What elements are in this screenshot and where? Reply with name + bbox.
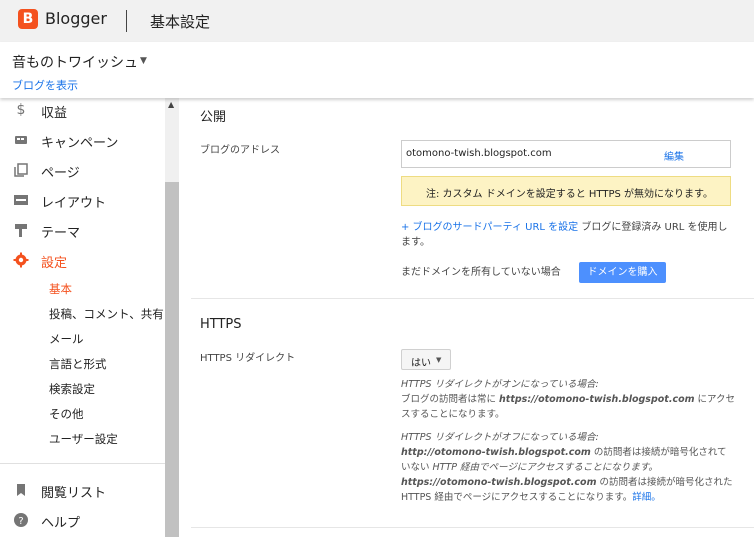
third-party-url-note: + ブログのサードパーティ URL を設定 ブログに登録済み URL を使用しま… [401,220,736,250]
sidebar-item-label: テーマ [41,226,81,241]
layout-icon [13,192,29,208]
blogger-logo-icon[interactable]: B [18,9,38,29]
section-divider [191,298,754,299]
details-link[interactable]: 詳細。 [632,492,661,503]
blog-address-value: otomono-twish.blogspot.com [406,148,552,159]
bookmark-icon [13,482,29,498]
sub-item-search[interactable]: 検索設定 [49,381,95,397]
settings-panel: 公開 ブログのアドレス otomono-twish.blogspot.com 編… [179,98,754,537]
https-warning-box: 注: カスタム ドメインを設定すると HTTPS が無効になります。 [401,176,731,206]
caret-down-icon[interactable]: ▼ [140,56,147,66]
buy-domain-button[interactable]: ドメインを購入 [579,262,666,283]
https-redirect-select[interactable]: はい ▼ [401,349,451,370]
sidebar-item-label: ページ [41,166,80,181]
sub-item-basic[interactable]: 基本 [49,281,72,297]
brand-name[interactable]: Blogger [45,9,107,28]
edit-address-link[interactable]: 編集 [664,148,684,163]
sidebar-item-layout[interactable]: レイアウト [0,189,165,213]
sidebar-item-label: ヘルプ [41,516,81,531]
https-off-description: HTTPS リダイレクトがオフになっている場合: http://otomono-… [401,430,736,505]
https-on-text-a: ブログの訪問者は常に [401,394,500,405]
https-off-heading: HTTPS リダイレクトがオフになっている場合: [401,432,599,443]
sidebar-item-settings[interactable]: 設定 [0,249,165,273]
https-on-heading: HTTPS リダイレクトがオンになっている場合: [401,379,599,390]
https-off-url-https: https://otomono-twish.blogspot.com [401,477,597,488]
view-blog-link[interactable]: ブログを表示 [12,77,78,93]
https-off-url-http: http://otomono-twish.blogspot.com [401,447,591,458]
svg-text:?: ? [18,516,23,527]
https-off-text-2b: HTTPS 経由でページにアクセスすることになります。 [401,492,633,503]
https-on-url: https://otomono-twish.blogspot.com [499,394,695,405]
https-off-text-1b: HTTP 経由でページにアクセスすることになります。 [432,462,658,473]
dollar-icon: $ [16,102,26,118]
blog-name-dropdown[interactable]: 音ものトワイッシュ [12,52,138,72]
sidebar-item-help[interactable]: ? ヘルプ [0,509,165,533]
gear-icon [13,252,29,268]
chevron-down-icon: ▼ [436,356,442,364]
https-redirect-value: はい [411,358,431,369]
sub-item-other[interactable]: その他 [49,406,84,422]
sub-item-users[interactable]: ユーザー設定 [49,431,118,447]
campaign-icon [13,132,29,148]
theme-icon [13,222,29,238]
https-redirect-label: HTTPS リダイレクト [200,353,296,364]
sidebar-item-reading-list[interactable]: 閲覧リスト [0,479,165,503]
https-section-title: HTTPS [200,317,242,332]
sidebar-item-pages[interactable]: ページ [0,159,165,183]
sidebar-item-earnings[interactable]: $ 収益 [0,99,165,123]
blog-address-label: ブログのアドレス [200,145,280,156]
sidebar-item-label: 収益 [41,106,68,121]
no-domain-text: まだドメインを所有していない場合 [401,267,561,278]
third-party-url-link[interactable]: + ブログのサードパーティ URL を設定 [401,222,578,233]
help-icon: ? [13,512,29,528]
https-off-text-2: の訪問者は接続が暗号化された [596,477,733,488]
sidebar-item-label: 設定 [41,256,68,271]
section-divider [191,527,754,528]
sidebar-scrollbar[interactable]: ▲ [165,98,179,537]
header-divider [126,10,127,32]
scrollbar-thumb[interactable] [165,182,179,537]
blog-selector-bar: 音ものトワイッシュ ▼ ブログを表示 [0,42,754,98]
page-title: 基本設定 [150,13,211,31]
sidebar-item-label: キャンペーン [41,136,119,151]
sidebar: $ 収益 キャンペーン ページ レイアウト テーマ 設定 基本 投稿、コメント、… [0,98,165,537]
sub-item-language[interactable]: 言語と形式 [49,356,107,372]
pages-icon [13,162,29,178]
sidebar-divider [0,463,165,464]
https-on-description: HTTPS リダイレクトがオンになっている場合: ブログの訪問者は常に http… [401,377,736,422]
sidebar-item-label: レイアウト [41,196,107,211]
sidebar-item-theme[interactable]: テーマ [0,219,165,243]
publish-section-title: 公開 [200,110,227,125]
sub-item-email[interactable]: メール [49,331,84,347]
blog-address-field: otomono-twish.blogspot.com 編集 [401,140,731,168]
scroll-up-arrow-icon[interactable]: ▲ [168,100,174,109]
sub-item-posts-comments[interactable]: 投稿、コメント、共有 [49,306,164,322]
sidebar-item-label: 閲覧リスト [41,486,107,501]
top-bar: B Blogger 基本設定 [0,0,754,42]
sidebar-item-campaign[interactable]: キャンペーン [0,129,165,153]
https-warning-text: 注: カスタム ドメインを設定すると HTTPS が無効になります。 [426,189,714,200]
